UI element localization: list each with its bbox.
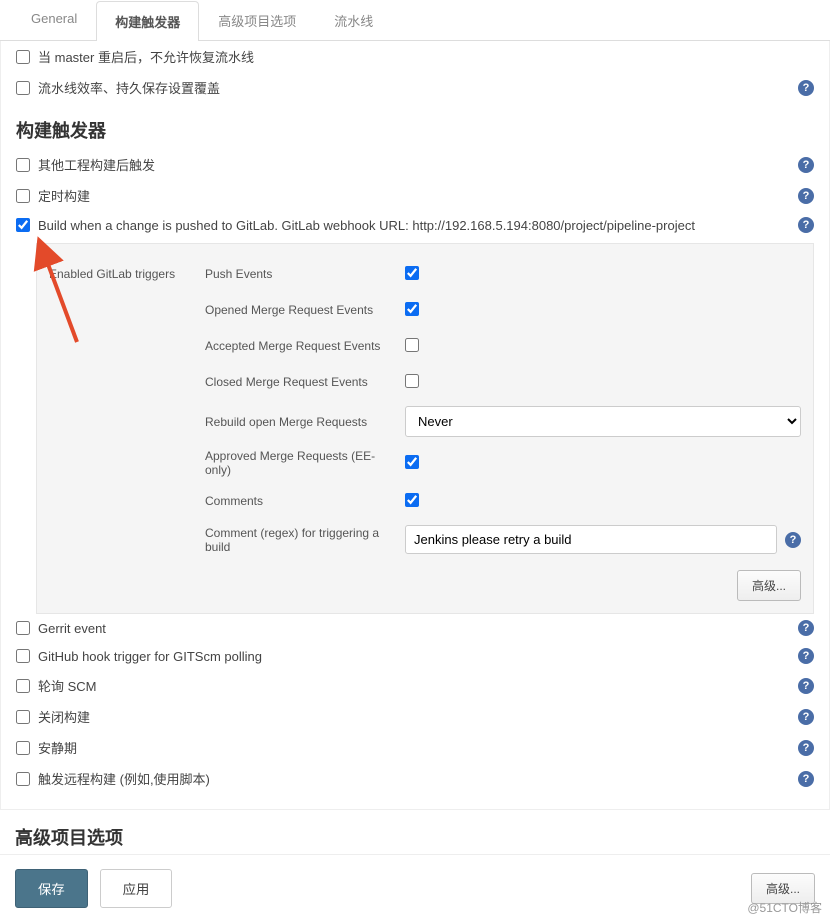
- apply-button[interactable]: 应用: [100, 869, 173, 908]
- help-icon[interactable]: ?: [785, 532, 801, 548]
- section-triggers-title: 构建触发器: [16, 103, 814, 149]
- comments-checkbox[interactable]: [405, 493, 419, 507]
- trigger-disable-checkbox[interactable]: [16, 710, 30, 724]
- help-icon[interactable]: ?: [798, 709, 814, 725]
- trigger-remote-label: 触发远程构建 (例如,使用脚本): [38, 769, 210, 788]
- disallow-resume-label: 当 master 重启后，不允许恢复流水线: [38, 47, 254, 66]
- help-icon[interactable]: ?: [798, 80, 814, 96]
- comment-regex-label: Comment (regex) for triggering a build: [205, 526, 405, 554]
- help-icon[interactable]: ?: [798, 648, 814, 664]
- trigger-disable-label: 关闭构建: [38, 707, 90, 726]
- trigger-gerrit-checkbox[interactable]: [16, 621, 30, 635]
- trigger-other-checkbox[interactable]: [16, 158, 30, 172]
- rebuild-mr-label: Rebuild open Merge Requests: [205, 415, 405, 429]
- durability-label: 流水线效率、持久保存设置覆盖: [38, 78, 220, 97]
- rebuild-mr-select[interactable]: Never: [405, 406, 801, 437]
- help-icon[interactable]: ?: [798, 620, 814, 636]
- advanced-section-title: 高级项目选项: [0, 810, 830, 854]
- opened-mr-label: Opened Merge Request Events: [205, 303, 405, 317]
- help-icon[interactable]: ?: [798, 157, 814, 173]
- help-icon[interactable]: ?: [798, 740, 814, 756]
- trigger-gitlab-checkbox[interactable]: [16, 218, 30, 232]
- tab-general[interactable]: General: [12, 0, 96, 40]
- watermark: @51CTO博客: [747, 899, 822, 916]
- trigger-github-checkbox[interactable]: [16, 649, 30, 663]
- tab-pipeline[interactable]: 流水线: [315, 0, 392, 40]
- help-icon[interactable]: ?: [798, 188, 814, 204]
- tab-triggers[interactable]: 构建触发器: [96, 1, 199, 41]
- disallow-resume-checkbox[interactable]: [16, 50, 30, 64]
- gitlab-enabled-header: Enabled GitLab triggers: [49, 267, 205, 281]
- push-events-checkbox[interactable]: [405, 266, 419, 280]
- approved-mr-label: Approved Merge Requests (EE-only): [205, 449, 405, 477]
- trigger-cron-label: 定时构建: [38, 186, 90, 205]
- durability-checkbox[interactable]: [16, 81, 30, 95]
- trigger-gitlab-label: Build when a change is pushed to GitLab.…: [38, 218, 695, 233]
- approved-mr-checkbox[interactable]: [405, 455, 419, 469]
- trigger-quiet-label: 安静期: [38, 738, 77, 757]
- trigger-poll-label: 轮询 SCM: [38, 676, 97, 695]
- closed-mr-label: Closed Merge Request Events: [205, 375, 405, 389]
- trigger-remote-checkbox[interactable]: [16, 772, 30, 786]
- advanced-button[interactable]: 高级...: [737, 570, 801, 601]
- trigger-cron-checkbox[interactable]: [16, 189, 30, 203]
- trigger-poll-checkbox[interactable]: [16, 679, 30, 693]
- accepted-mr-checkbox[interactable]: [405, 338, 419, 352]
- trigger-gerrit-label: Gerrit event: [38, 621, 106, 636]
- trigger-other-label: 其他工程构建后触发: [38, 155, 155, 174]
- gitlab-settings: Enabled GitLab triggers Push Events Open…: [36, 243, 814, 614]
- trigger-github-label: GitHub hook trigger for GITScm polling: [38, 649, 262, 664]
- help-icon[interactable]: ?: [798, 771, 814, 787]
- help-icon[interactable]: ?: [798, 678, 814, 694]
- closed-mr-checkbox[interactable]: [405, 374, 419, 388]
- push-events-label: Push Events: [205, 267, 405, 281]
- trigger-quiet-checkbox[interactable]: [16, 741, 30, 755]
- tabs: General 构建触发器 高级项目选项 流水线: [0, 0, 830, 41]
- save-button[interactable]: 保存: [15, 869, 88, 908]
- accepted-mr-label: Accepted Merge Request Events: [205, 339, 405, 353]
- tab-advanced[interactable]: 高级项目选项: [199, 0, 315, 40]
- help-icon[interactable]: ?: [798, 217, 814, 233]
- comments-label: Comments: [205, 494, 405, 508]
- comment-regex-input[interactable]: [405, 525, 777, 554]
- opened-mr-checkbox[interactable]: [405, 302, 419, 316]
